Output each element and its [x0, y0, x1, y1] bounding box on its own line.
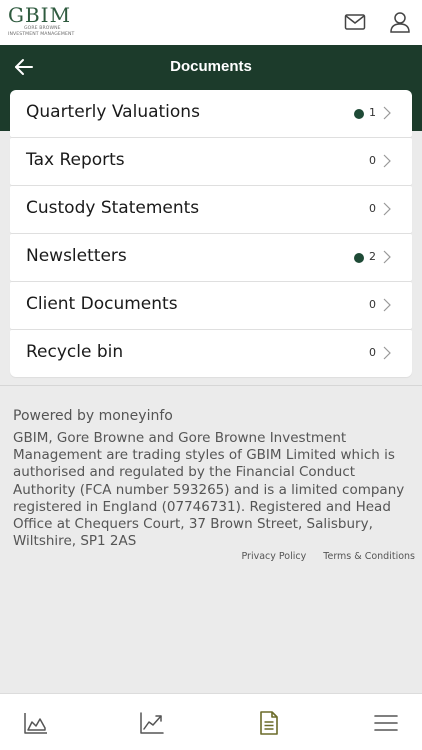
chevron-right-icon [383, 106, 391, 120]
document-category-row[interactable]: Client Documents 0 [10, 282, 412, 329]
category-count: 0 [369, 346, 376, 359]
footer-links: Privacy Policy Terms & Conditions [228, 551, 416, 562]
document-category-row[interactable]: Recycle bin 0 [10, 330, 412, 377]
logo-subtitle-line2: INVESTMENT MANAGEMENT [8, 32, 75, 37]
powered-by-text: Powered by moneyinfo [13, 408, 173, 424]
document-category-row[interactable]: Newsletters 2 [10, 234, 412, 281]
category-count: 1 [369, 106, 376, 119]
terms-conditions-link[interactable]: Terms & Conditions [323, 551, 415, 562]
unread-indicator [354, 109, 364, 119]
category-label: Client Documents [26, 294, 178, 314]
document-icon[interactable] [256, 710, 282, 736]
category-label: Custody Statements [26, 198, 200, 218]
legal-disclaimer: GBIM, Gore Browne and Gore Browne Invest… [13, 430, 405, 550]
section-divider [0, 385, 422, 386]
document-category-row[interactable]: Tax Reports 0 [10, 138, 412, 185]
chevron-right-icon [383, 202, 391, 216]
chevron-right-icon [383, 346, 391, 360]
area-chart-icon[interactable] [23, 710, 49, 736]
document-category-row[interactable]: Custody Statements 0 [10, 186, 412, 233]
category-count: 0 [369, 154, 376, 167]
chevron-right-icon [383, 298, 391, 312]
category-count: 0 [369, 202, 376, 215]
category-count: 0 [369, 298, 376, 311]
logo-wordmark: GBIM [8, 3, 72, 27]
chevron-right-icon [383, 250, 391, 264]
chevron-right-icon [383, 154, 391, 168]
top-bar: GBIM GORE BROWNE INVESTMENT MANAGEMENT [0, 0, 422, 45]
trend-chart-icon[interactable] [139, 710, 165, 736]
mail-icon[interactable] [343, 10, 367, 34]
category-label: Newsletters [26, 246, 127, 266]
category-count: 2 [369, 250, 376, 263]
category-label: Tax Reports [26, 150, 125, 170]
document-category-row[interactable]: Quarterly Valuations 1 [10, 90, 412, 137]
page-title: Documents [170, 58, 252, 75]
unread-indicator [354, 253, 364, 263]
bottom-navigation [0, 693, 422, 750]
privacy-policy-link[interactable]: Privacy Policy [242, 551, 307, 562]
document-category-list: Quarterly Valuations 1 Tax Reports 0 Cus… [10, 90, 412, 378]
user-icon[interactable] [388, 10, 412, 34]
category-label: Quarterly Valuations [26, 102, 200, 122]
gbim-logo[interactable]: GBIM GORE BROWNE INVESTMENT MANAGEMENT [8, 4, 88, 42]
menu-icon[interactable] [373, 710, 399, 736]
category-label: Recycle bin [26, 342, 124, 362]
